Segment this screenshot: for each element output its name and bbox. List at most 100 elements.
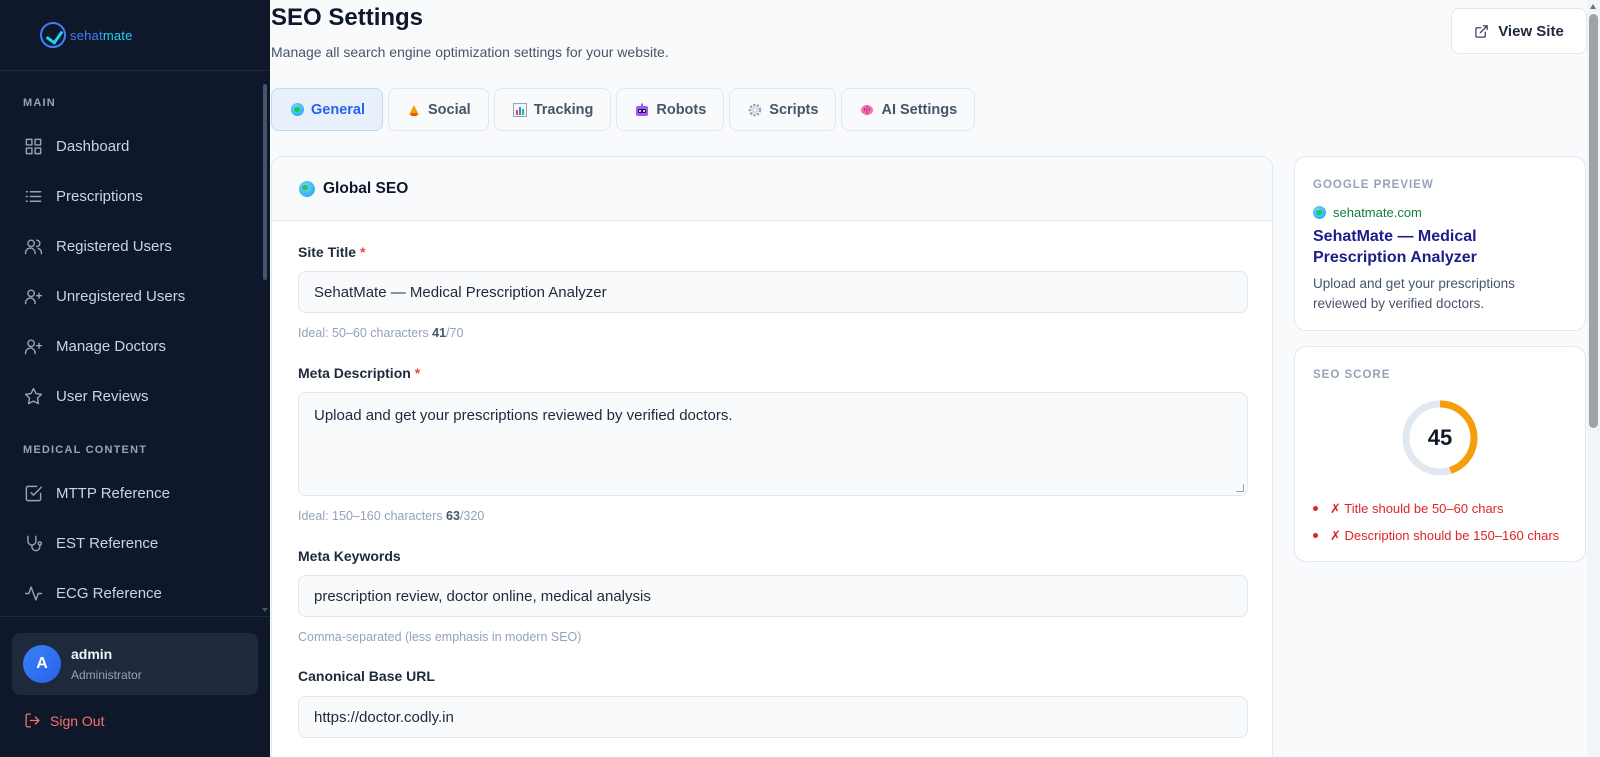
sidebar-item-user-reviews[interactable]: User Reviews <box>0 371 262 421</box>
sidebar-item-label: ECG Reference <box>56 584 162 602</box>
avatar: A <box>23 645 61 683</box>
tab-robots[interactable]: Robots <box>616 88 725 131</box>
sidebar-divider <box>0 616 270 617</box>
star-icon <box>24 387 43 404</box>
preview-title[interactable]: SehatMate — Medical Prescription Analyze… <box>1313 226 1567 268</box>
sidebar-item-ecg-reference[interactable]: ECG Reference <box>0 568 262 616</box>
page-subtitle: Manage all search engine optimization se… <box>271 44 669 60</box>
globe-icon <box>299 180 315 197</box>
page-scrollbar-thumb[interactable] <box>1589 14 1598 428</box>
users-icon <box>24 238 43 254</box>
view-site-button[interactable]: View Site <box>1451 8 1587 54</box>
tab-label: General <box>311 101 365 118</box>
required-mark: * <box>414 365 421 381</box>
sidebar-item-label: EST Reference <box>56 534 159 552</box>
seo-score-label: SEO SCORE <box>1313 369 1391 381</box>
sidebar-item-label: Manage Doctors <box>56 337 167 355</box>
canonical-url-input[interactable]: https://doctor.codly.in <box>298 696 1248 738</box>
logo-mark-icon <box>40 22 66 48</box>
tab-ai-settings[interactable]: AI Settings <box>841 88 976 131</box>
gear-icon <box>748 103 762 117</box>
canonical-url-label: Canonical Base URL <box>298 668 435 684</box>
meta-description-label: Meta Description * <box>298 365 421 381</box>
sidebar-item-mttp-reference[interactable]: MTTP Reference <box>0 468 262 518</box>
bullet-icon <box>1313 506 1318 511</box>
google-preview-card: GOOGLE PREVIEW sehatmate.com SehatMate —… <box>1294 156 1586 331</box>
bullet-icon <box>1313 533 1318 538</box>
sidebar-scrollbar-thumb[interactable] <box>263 84 267 280</box>
robot-icon <box>635 103 649 117</box>
site-title-input[interactable]: SehatMate — Medical Prescription Analyze… <box>298 271 1248 313</box>
nav-section-medical-content: MEDICAL CONTENT <box>23 444 148 456</box>
seo-tabs: General Social Tracking Robots Scripts A… <box>271 88 976 131</box>
logo-text: sehatmate <box>70 27 133 43</box>
sidebar-item-label: User Reviews <box>56 387 149 405</box>
globe-icon <box>1313 206 1326 219</box>
card-title: Global SEO <box>323 179 409 197</box>
meta-description-count: 63 <box>446 509 460 523</box>
meta-description-textarea[interactable]: Upload and get your prescriptions review… <box>298 392 1248 496</box>
grid-icon <box>25 138 42 154</box>
seo-score-value: 45 <box>1427 425 1453 450</box>
tab-tracking[interactable]: Tracking <box>493 88 612 131</box>
megaphone-icon <box>407 103 421 117</box>
sidebar-item-est-reference[interactable]: EST Reference <box>0 518 262 568</box>
sidebar-item-label: MTTP Reference <box>56 484 170 502</box>
sidebar-item-dashboard[interactable]: Dashboard <box>0 121 262 171</box>
user-plus-icon <box>24 288 43 304</box>
bar-chart-icon <box>512 102 527 117</box>
sidebar-item-unregistered-users[interactable]: Unregistered Users <box>0 271 262 321</box>
sidebar-scrollbar[interactable] <box>262 76 268 616</box>
sidebar-item-label: Prescriptions <box>56 187 143 205</box>
preview-url: sehatmate.com <box>1313 205 1567 220</box>
seo-score-gauge: 45 <box>1401 399 1479 477</box>
sidebar: sehatmate MAIN Dashboard Prescriptions R… <box>0 0 270 757</box>
scroll-down-arrow-icon[interactable] <box>262 608 268 612</box>
site-title-label: Site Title * <box>298 244 366 260</box>
preview-description: Upload and get your prescriptions review… <box>1313 276 1515 311</box>
view-site-label: View Site <box>1498 22 1564 40</box>
brain-icon <box>860 103 874 117</box>
nav-section-main: MAIN <box>23 97 56 109</box>
card-header: Global SEO <box>272 157 1272 221</box>
sign-out-icon <box>25 713 40 728</box>
required-mark: * <box>359 244 366 260</box>
sidebar-item-label: Registered Users <box>56 237 172 255</box>
meta-description-hint: Ideal: 150–160 characters 63/320 <box>298 509 485 523</box>
user-role: Administrator <box>71 668 142 682</box>
globe-icon <box>290 103 304 117</box>
list-icon <box>25 190 42 202</box>
seo-issues-list: ✗ Title should be 50–60 chars ✗ Descript… <box>1313 495 1559 549</box>
external-link-icon <box>1475 24 1488 38</box>
page-title: SEO Settings <box>271 4 424 31</box>
meta-keywords-hint: Comma-separated (less emphasis in modern… <box>298 630 582 644</box>
user-plus-icon <box>24 338 43 354</box>
tab-social[interactable]: Social <box>388 88 489 131</box>
logo-area: sehatmate <box>0 0 270 71</box>
sidebar-item-label: Dashboard <box>56 137 130 155</box>
sidebar-item-manage-doctors[interactable]: Manage Doctors <box>0 321 262 371</box>
google-preview-label: GOOGLE PREVIEW <box>1313 179 1434 191</box>
seo-issue-item: ✗ Title should be 50–60 chars <box>1313 495 1559 522</box>
global-seo-card: Global SEO Site Title * SehatMate — Medi… <box>271 156 1273 757</box>
logo[interactable]: sehatmate <box>40 22 133 48</box>
meta-keywords-label: Meta Keywords <box>298 548 401 564</box>
sign-out-label: Sign Out <box>50 712 105 729</box>
resize-handle-icon[interactable] <box>1236 484 1244 492</box>
seo-score-card: SEO SCORE 45 ✗ Title should be 50–60 cha… <box>1294 346 1586 562</box>
site-title-hint: Ideal: 50–60 characters 41/70 <box>298 326 464 340</box>
tab-scripts[interactable]: Scripts <box>729 88 837 131</box>
sign-out-button[interactable]: Sign Out <box>24 712 104 729</box>
site-title-count: 41 <box>432 326 447 340</box>
activity-icon <box>24 585 43 601</box>
tab-label: Scripts <box>769 101 819 118</box>
scroll-up-arrow-icon[interactable] <box>1590 4 1596 9</box>
user-name: admin <box>71 646 113 662</box>
page-scrollbar[interactable] <box>1587 0 1600 757</box>
sidebar-item-prescriptions[interactable]: Prescriptions <box>0 171 262 221</box>
tab-general[interactable]: General <box>271 88 383 131</box>
user-card[interactable]: A admin Administrator <box>12 633 258 695</box>
tab-label: Tracking <box>533 101 594 118</box>
sidebar-item-registered-users[interactable]: Registered Users <box>0 221 262 271</box>
meta-keywords-input[interactable]: prescription review, doctor online, medi… <box>298 575 1248 617</box>
